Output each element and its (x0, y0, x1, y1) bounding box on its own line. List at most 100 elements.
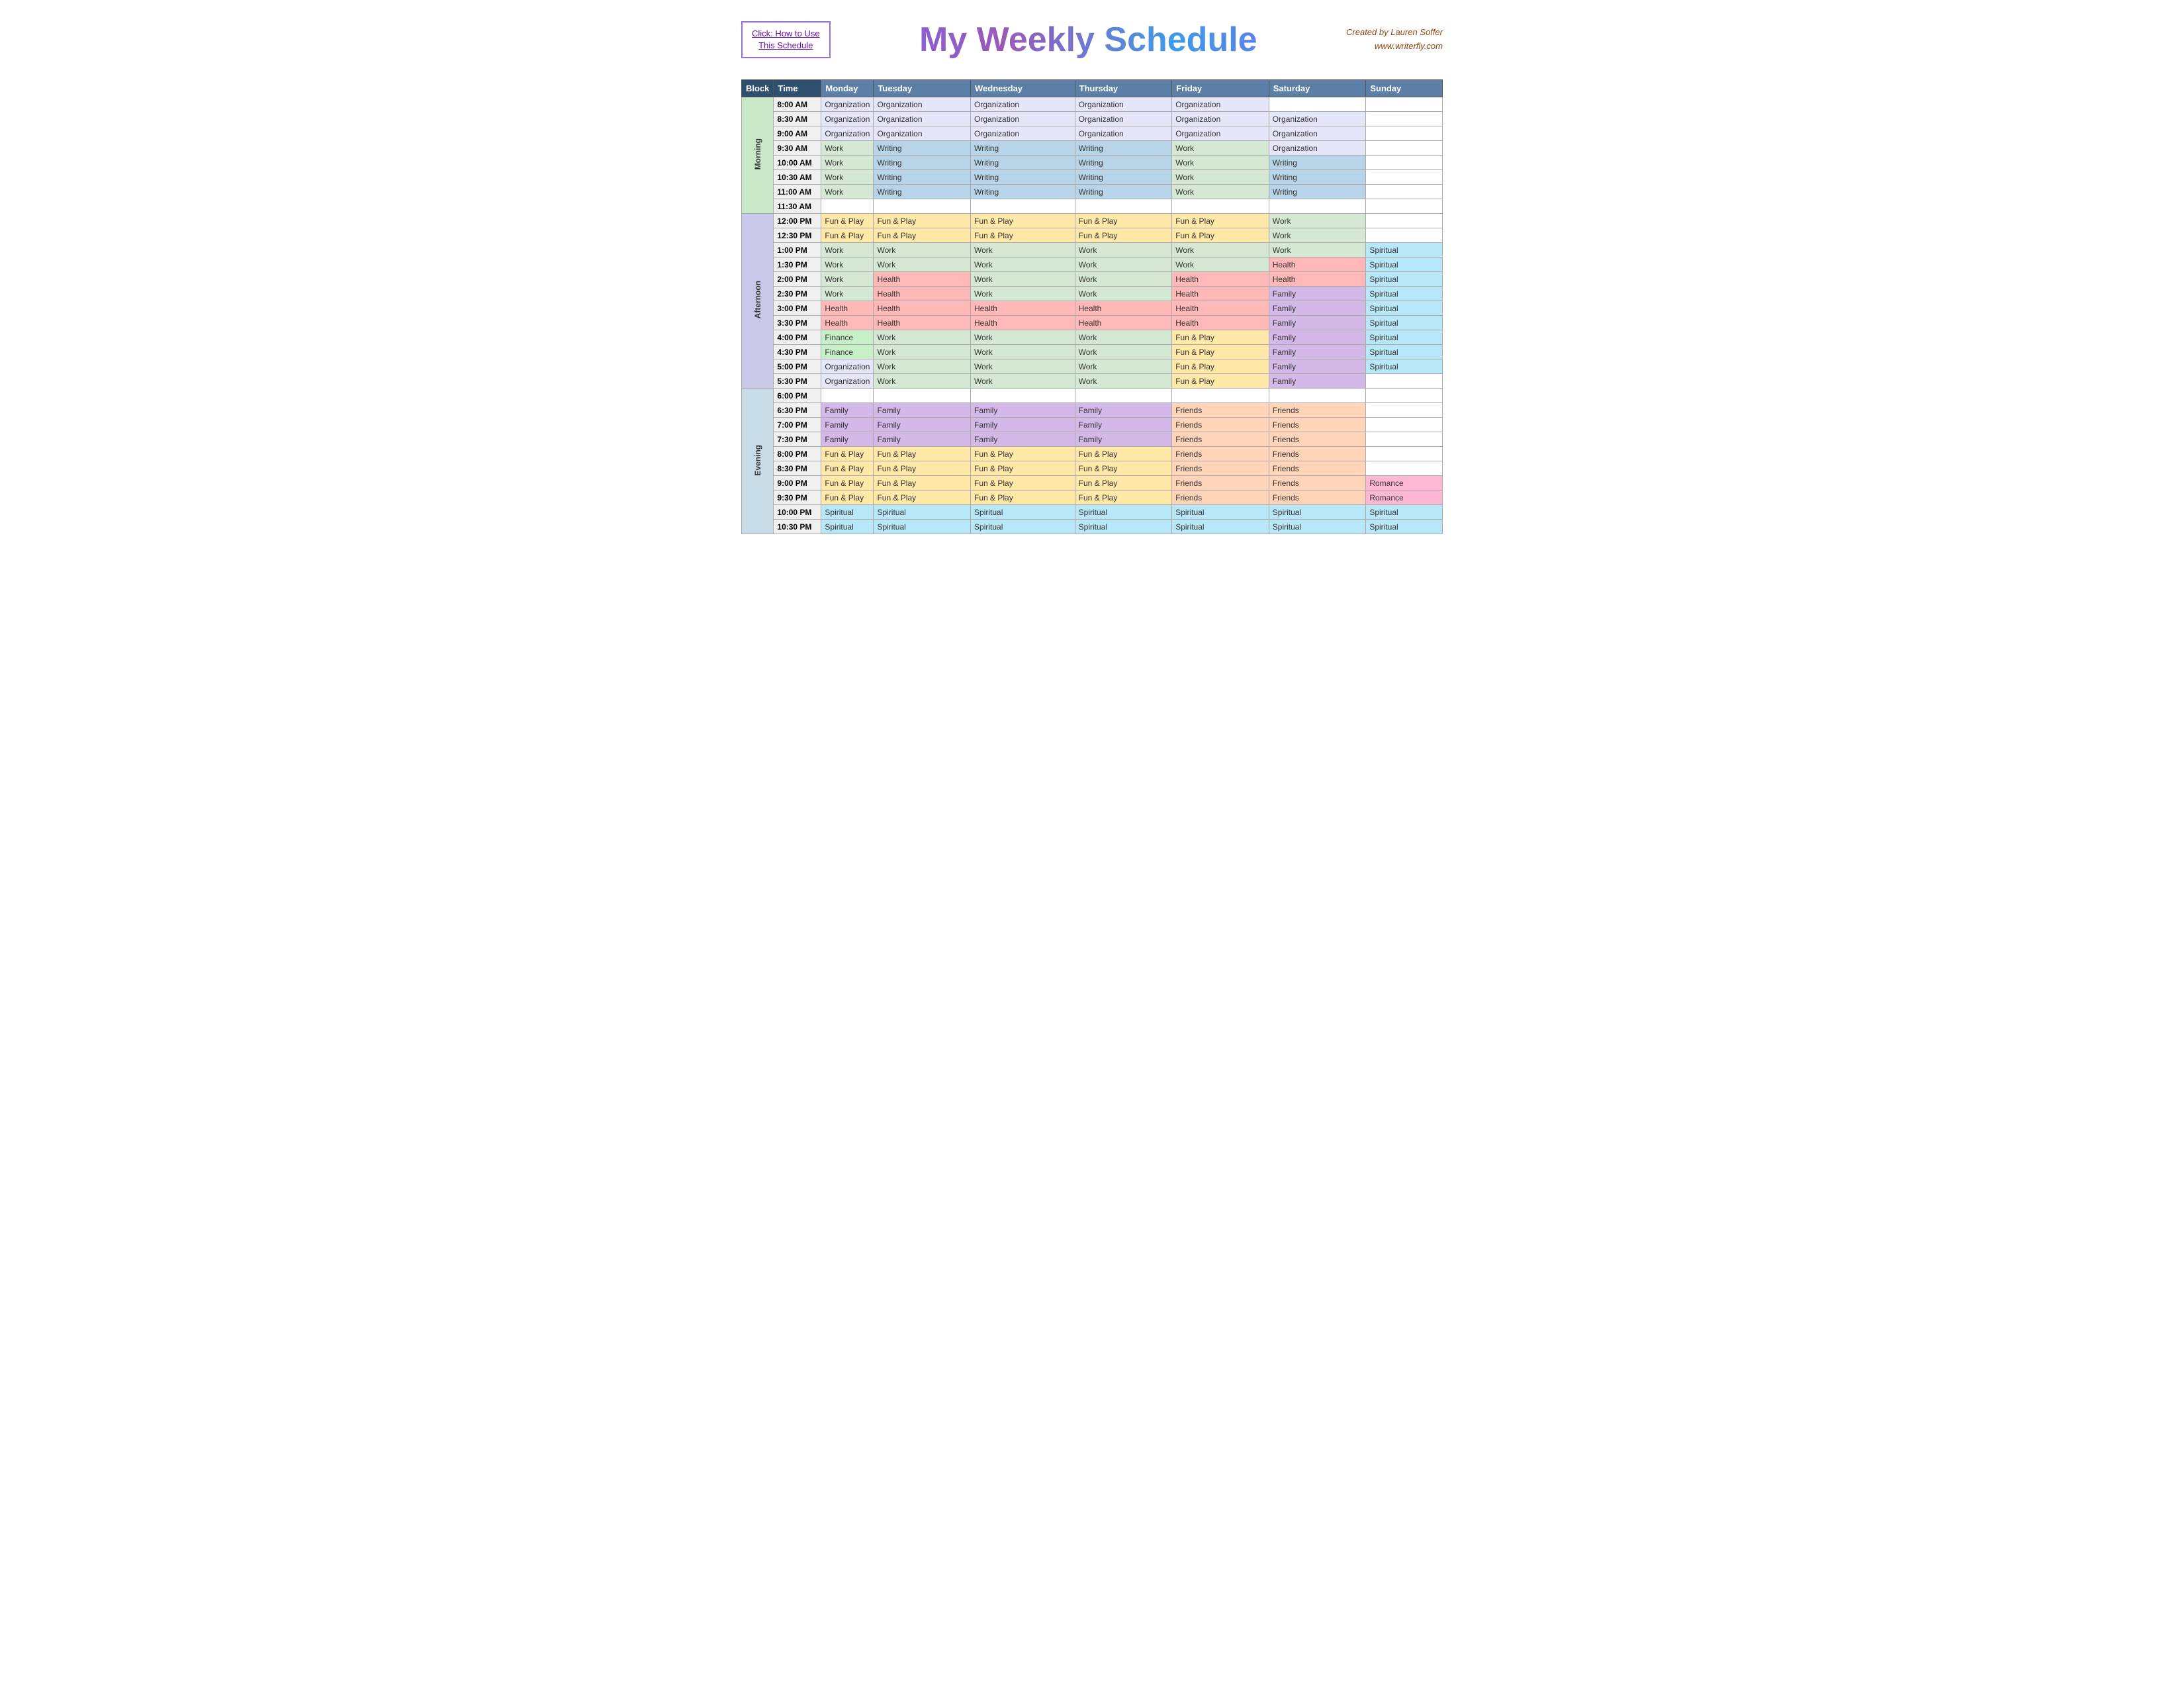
schedule-cell: Work (1172, 243, 1269, 258)
time-cell: 8:30 PM (774, 461, 821, 476)
time-cell: 5:30 PM (774, 374, 821, 389)
time-cell: 11:30 AM (774, 199, 821, 214)
schedule-cell: Organization (874, 97, 971, 112)
schedule-cell: Work (971, 258, 1075, 272)
schedule-cell (1366, 170, 1443, 185)
schedule-cell: Writing (971, 170, 1075, 185)
schedule-cell: Health (874, 301, 971, 316)
schedule-cell: Organization (821, 97, 874, 112)
schedule-cell: Health (1172, 287, 1269, 301)
schedule-cell: Work (971, 287, 1075, 301)
schedule-cell: Spiritual (1075, 520, 1172, 534)
schedule-cell: Organization (971, 97, 1075, 112)
schedule-cell: Health (874, 316, 971, 330)
time-cell: 10:00 PM (774, 505, 821, 520)
schedule-cell: Fun & Play (1172, 228, 1269, 243)
time-cell: 2:30 PM (774, 287, 821, 301)
schedule-cell (971, 389, 1075, 403)
schedule-cell: Work (971, 374, 1075, 389)
time-cell: 9:00 PM (774, 476, 821, 491)
schedule-cell: Organization (1269, 126, 1366, 141)
schedule-cell: Work (1075, 359, 1172, 374)
author-info: Created by Lauren Soffer www.writerfly.c… (1346, 26, 1443, 54)
schedule-cell: Friends (1172, 476, 1269, 491)
time-cell: 9:00 AM (774, 126, 821, 141)
schedule-cell: Health (1075, 316, 1172, 330)
schedule-cell: Fun & Play (821, 228, 874, 243)
schedule-cell: Finance (821, 345, 874, 359)
schedule-cell: Fun & Play (874, 476, 971, 491)
schedule-cell: Friends (1269, 418, 1366, 432)
schedule-cell: Writing (874, 156, 971, 170)
header-wednesday: Wednesday (971, 80, 1075, 97)
schedule-cell: Family (821, 403, 874, 418)
schedule-cell: Work (821, 258, 874, 272)
schedule-cell: Spiritual (1172, 505, 1269, 520)
schedule-cell: Fun & Play (1172, 359, 1269, 374)
schedule-cell: Fun & Play (1075, 447, 1172, 461)
schedule-cell: Work (971, 243, 1075, 258)
schedule-cell: Friends (1269, 447, 1366, 461)
time-cell: 10:00 AM (774, 156, 821, 170)
schedule-cell: Writing (1075, 170, 1172, 185)
schedule-cell: Fun & Play (1075, 461, 1172, 476)
schedule-cell: Writing (971, 156, 1075, 170)
schedule-cell (874, 199, 971, 214)
schedule-cell: Fun & Play (1172, 214, 1269, 228)
schedule-cell: Organization (1172, 97, 1269, 112)
schedule-cell: Friends (1172, 461, 1269, 476)
schedule-cell: Fun & Play (821, 447, 874, 461)
table-row: 8:00 PMFun & PlayFun & PlayFun & PlayFun… (742, 447, 1443, 461)
schedule-cell: Fun & Play (874, 228, 971, 243)
schedule-cell: Family (971, 418, 1075, 432)
time-cell: 8:30 AM (774, 112, 821, 126)
schedule-cell: Romance (1366, 491, 1443, 505)
schedule-cell: Work (821, 156, 874, 170)
schedule-cell: Work (1172, 185, 1269, 199)
table-row: Afternoon12:00 PMFun & PlayFun & PlayFun… (742, 214, 1443, 228)
schedule-cell: Work (1172, 170, 1269, 185)
time-cell: 11:00 AM (774, 185, 821, 199)
table-row: 1:30 PMWorkWorkWorkWorkWorkHealthSpiritu… (742, 258, 1443, 272)
schedule-cell: Organization (874, 112, 971, 126)
table-row: 10:30 PMSpiritualSpiritualSpiritualSpiri… (742, 520, 1443, 534)
page-title: My Weekly Schedule (831, 20, 1346, 60)
schedule-cell (1366, 156, 1443, 170)
schedule-cell: Spiritual (971, 505, 1075, 520)
schedule-cell: Spiritual (1366, 505, 1443, 520)
schedule-cell: Writing (874, 141, 971, 156)
schedule-cell: Spiritual (1366, 272, 1443, 287)
table-row: 10:30 AMWorkWritingWritingWritingWorkWri… (742, 170, 1443, 185)
schedule-cell (1269, 199, 1366, 214)
schedule-cell: Organization (874, 126, 971, 141)
schedule-cell: Family (874, 403, 971, 418)
schedule-cell: Spiritual (971, 520, 1075, 534)
schedule-cell: Health (1172, 272, 1269, 287)
schedule-cell: Health (971, 301, 1075, 316)
schedule-cell: Work (1172, 156, 1269, 170)
schedule-cell: Work (821, 287, 874, 301)
schedule-table: Block Time Monday Tuesday Wednesday Thur… (741, 79, 1443, 534)
schedule-cell: Work (971, 272, 1075, 287)
schedule-cell: Work (874, 330, 971, 345)
schedule-cell (874, 389, 971, 403)
schedule-cell: Fun & Play (1075, 228, 1172, 243)
header-saturday: Saturday (1269, 80, 1366, 97)
schedule-cell: Fun & Play (971, 476, 1075, 491)
schedule-cell: Organization (821, 126, 874, 141)
schedule-cell: Health (971, 316, 1075, 330)
time-cell: 12:00 PM (774, 214, 821, 228)
table-row: 7:30 PMFamilyFamilyFamilyFamilyFriendsFr… (742, 432, 1443, 447)
schedule-cell: Organization (971, 112, 1075, 126)
time-cell: 1:30 PM (774, 258, 821, 272)
how-to-use-button[interactable]: Click: How to Use This Schedule (741, 21, 831, 58)
schedule-cell (821, 389, 874, 403)
time-cell: 2:00 PM (774, 272, 821, 287)
time-cell: 8:00 AM (774, 97, 821, 112)
schedule-cell: Work (1075, 374, 1172, 389)
schedule-cell (1366, 214, 1443, 228)
schedule-cell (1366, 112, 1443, 126)
schedule-cell: Work (821, 141, 874, 156)
table-row: 11:00 AMWorkWritingWritingWritingWorkWri… (742, 185, 1443, 199)
schedule-cell: Family (1269, 359, 1366, 374)
